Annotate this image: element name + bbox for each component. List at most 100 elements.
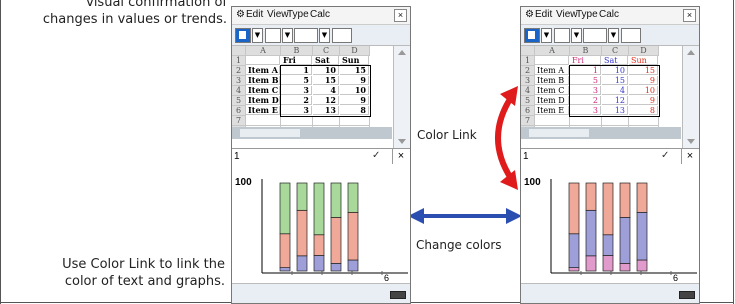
- bar-segment-sun[interactable]: [602, 182, 614, 236]
- column-header[interactable]: D: [629, 46, 659, 56]
- close-icon[interactable]: ×: [683, 9, 696, 22]
- bar-segment-sun[interactable]: [568, 182, 580, 235]
- bar-segment-fri[interactable]: [313, 255, 325, 272]
- column-header[interactable]: B: [281, 46, 313, 56]
- bar-segment-fri[interactable]: [279, 267, 291, 272]
- value-cell[interactable]: 8: [340, 106, 369, 115]
- bar-segment-sun[interactable]: [636, 182, 648, 213]
- row-header[interactable]: 5: [232, 96, 246, 106]
- menu-view[interactable]: View: [556, 9, 578, 20]
- entry-input[interactable]: 1: [523, 151, 529, 162]
- bar-segment-fri[interactable]: [636, 259, 648, 272]
- item-cell[interactable]: Item B: [246, 76, 280, 85]
- item-cell[interactable]: Item B: [535, 76, 569, 85]
- bar-segment-fri[interactable]: [585, 255, 597, 272]
- value-cell[interactable]: 9: [629, 76, 658, 85]
- line-graph-button[interactable]: [583, 28, 607, 43]
- day-header-cell[interactable]: [246, 56, 280, 65]
- bar-segment-sat[interactable]: [585, 209, 597, 257]
- value-cell[interactable]: 13: [313, 106, 339, 115]
- value-cell[interactable]: 12: [602, 96, 628, 105]
- value-cell[interactable]: 10: [602, 66, 628, 75]
- item-cell[interactable]: Item E: [535, 106, 569, 115]
- row-header[interactable]: 4: [521, 86, 535, 96]
- bar-segment-sun[interactable]: [330, 182, 342, 218]
- value-cell[interactable]: 4: [602, 86, 628, 95]
- item-cell[interactable]: Item D: [246, 96, 280, 105]
- value-cell[interactable]: 5: [570, 76, 601, 85]
- value-cell[interactable]: 3: [570, 106, 601, 115]
- bar-segment-sat[interactable]: [636, 211, 648, 261]
- check-icon[interactable]: ✓: [372, 150, 380, 161]
- day-header-cell[interactable]: [535, 56, 569, 65]
- cursor-tool-button[interactable]: [235, 28, 251, 43]
- bar-segment-sun[interactable]: [296, 182, 308, 211]
- empty-cell[interactable]: [313, 116, 340, 126]
- bar-segment-sun[interactable]: [313, 182, 325, 236]
- bar-segment-sat[interactable]: [296, 209, 308, 257]
- menu-type[interactable]: Type: [576, 9, 598, 20]
- day-header-cell[interactable]: Sat: [313, 56, 339, 65]
- value-cell[interactable]: 2: [570, 96, 601, 105]
- bar-segment-sat[interactable]: [347, 211, 359, 261]
- vertical-scrollbar[interactable]: [682, 46, 699, 148]
- cursor-dropdown-icon[interactable]: ▼: [541, 28, 552, 43]
- column-header[interactable]: A: [535, 46, 570, 56]
- empty-cell[interactable]: [340, 116, 370, 126]
- empty-cell[interactable]: [570, 116, 602, 126]
- scroll-down-icon[interactable]: [687, 139, 695, 144]
- row-header[interactable]: 6: [232, 106, 246, 116]
- value-cell[interactable]: 10: [629, 86, 658, 95]
- value-cell[interactable]: 3: [570, 86, 601, 95]
- scroll-thumb[interactable]: [240, 129, 300, 137]
- bar-segment-sun[interactable]: [279, 182, 291, 235]
- empty-cell[interactable]: [629, 116, 659, 126]
- row-header[interactable]: 4: [232, 86, 246, 96]
- bar-segment-sat[interactable]: [313, 234, 325, 256]
- column-header[interactable]: D: [340, 46, 370, 56]
- cursor-dropdown-icon[interactable]: ▼: [252, 28, 263, 43]
- menu-view[interactable]: View: [267, 9, 289, 20]
- bar-graph-button[interactable]: [554, 28, 570, 43]
- item-cell[interactable]: Item C: [535, 86, 569, 95]
- bar-segment-sat[interactable]: [602, 234, 614, 256]
- gear-icon[interactable]: ⚙: [236, 9, 245, 20]
- bar-segment-sun[interactable]: [347, 182, 359, 213]
- value-cell[interactable]: 10: [313, 66, 339, 75]
- row-header[interactable]: 7: [232, 116, 246, 126]
- value-cell[interactable]: 13: [602, 106, 628, 115]
- row-header[interactable]: 1: [232, 56, 246, 66]
- bar-segment-fri[interactable]: [347, 259, 359, 272]
- table-view-button[interactable]: [332, 28, 352, 43]
- value-cell[interactable]: 4: [313, 86, 339, 95]
- bar-segment-sat[interactable]: [568, 233, 580, 268]
- item-cell[interactable]: Item C: [246, 86, 280, 95]
- empty-cell[interactable]: [602, 116, 629, 126]
- column-header[interactable]: C: [602, 46, 629, 56]
- column-header[interactable]: A: [246, 46, 281, 56]
- value-cell[interactable]: 3: [281, 86, 312, 95]
- row-header[interactable]: 3: [232, 76, 246, 86]
- row-header[interactable]: 7: [521, 116, 535, 126]
- scroll-down-icon[interactable]: [398, 139, 406, 144]
- bar-segment-fri[interactable]: [568, 267, 580, 272]
- entry-input[interactable]: 1: [234, 151, 240, 162]
- scroll-up-icon[interactable]: [687, 50, 695, 55]
- day-header-cell[interactable]: Fri: [281, 56, 312, 65]
- cancel-icon[interactable]: ×: [392, 149, 409, 164]
- value-cell[interactable]: 1: [570, 66, 601, 75]
- table-view-button[interactable]: [621, 28, 641, 43]
- bar-segment-fri[interactable]: [619, 262, 631, 272]
- menu-edit[interactable]: Edit: [535, 9, 552, 20]
- menu-type[interactable]: Type: [287, 9, 309, 20]
- item-cell[interactable]: Item E: [246, 106, 280, 115]
- row-header[interactable]: 2: [521, 66, 535, 76]
- row-header[interactable]: 1: [521, 56, 535, 66]
- row-header[interactable]: 2: [232, 66, 246, 76]
- bar-segment-fri[interactable]: [330, 262, 342, 272]
- menu-edit[interactable]: Edit: [246, 9, 263, 20]
- item-cell[interactable]: Item A: [246, 66, 280, 75]
- day-header-cell[interactable]: Fri: [570, 56, 601, 65]
- cancel-icon[interactable]: ×: [681, 149, 698, 164]
- line-dropdown-icon[interactable]: ▼: [319, 28, 330, 43]
